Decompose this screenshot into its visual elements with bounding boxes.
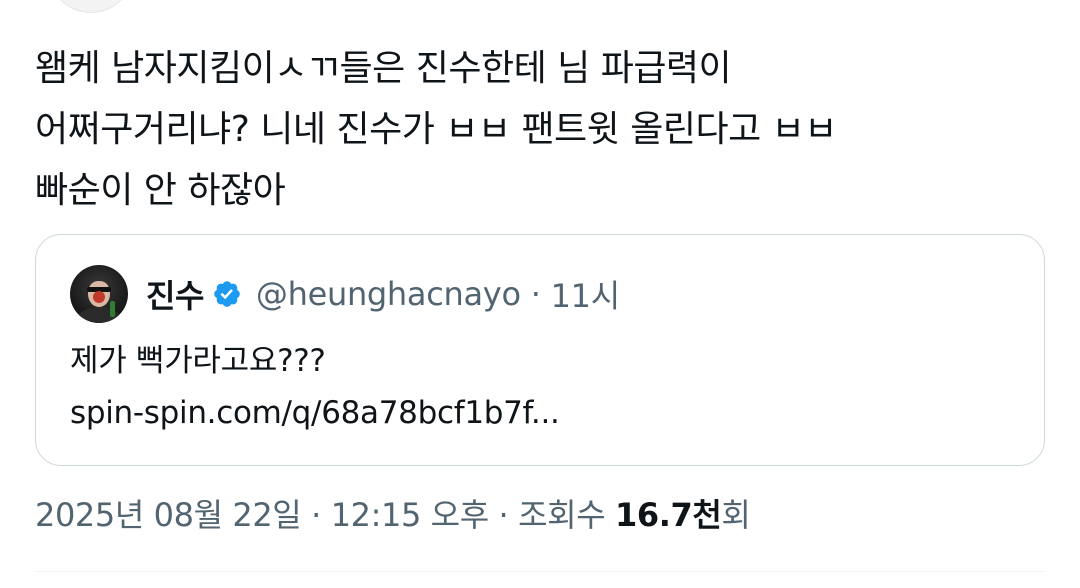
tweet-text-line: 빠순이 안 하잖아 [35, 170, 286, 211]
separator-dot: · [530, 275, 541, 313]
tweet-text: 왬케 남자지킴이ㅅㄲ들은 진수한테 님 파급력이 어쩌구거리냐? 니네 진수가 … [35, 38, 1045, 221]
separator-dot: · [498, 496, 509, 534]
tweet-text-line: 어쩌구거리냐? 니네 진수가 ㅂㅂ 팬트윗 올린다고 ㅂㅂ [35, 109, 837, 150]
tweet-meta: 2025년 08월 22일 · 12:15 오후 · 조회수 16.7천회 [35, 490, 751, 536]
divider [35, 571, 1045, 572]
quoted-tweet-line: 제가 뻑가라고요??? [70, 343, 326, 379]
verified-badge-icon [214, 281, 240, 307]
quoted-tweet-text: 제가 뻑가라고요??? spin-spin.com/q/68a78bcf1b7f… [70, 335, 560, 439]
quoted-tweet-link[interactable]: spin-spin.com/q/68a78bcf1b7f... [70, 387, 560, 439]
quoted-tweet-time[interactable]: 11시 [551, 271, 621, 317]
tweet-text-line: 왬케 남자지킴이ㅅㄲ들은 진수한테 님 파급력이 [35, 48, 732, 89]
views-label: 조회수 [518, 496, 606, 534]
tweet-time[interactable]: 12:15 오후 [331, 496, 489, 534]
quoted-author-name[interactable]: 진수 [146, 271, 204, 317]
quoted-tweet-header: 진수 @heunghacnayo · 11시 [70, 265, 620, 323]
tweet-date[interactable]: 2025년 08월 22일 [35, 496, 302, 534]
views-suffix: 회 [721, 496, 751, 534]
quoted-author-handle[interactable]: @heunghacnayo [256, 275, 521, 313]
views-count: 16.7천 [615, 496, 722, 534]
quoted-author-avatar[interactable] [70, 265, 128, 323]
author-avatar[interactable] [48, 0, 134, 13]
quoted-tweet-card[interactable]: 진수 @heunghacnayo · 11시 제가 뻑가라고요??? spin-… [35, 234, 1045, 466]
separator-dot: · [311, 496, 321, 534]
